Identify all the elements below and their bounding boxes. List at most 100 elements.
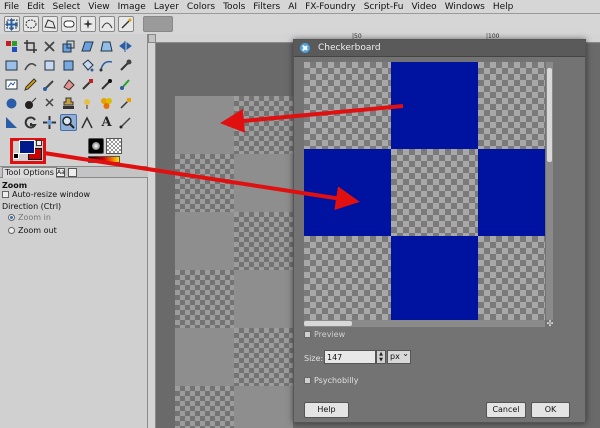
measure-tool-icon[interactable]: [3, 76, 20, 93]
vertical-ruler[interactable]: [148, 43, 156, 428]
handle-transform-icon[interactable]: [60, 57, 77, 74]
scale-tool-icon[interactable]: [60, 38, 77, 55]
menu-help[interactable]: Help: [493, 0, 514, 14]
mypaint-brush-icon[interactable]: [117, 76, 134, 93]
menu-filters[interactable]: Filters: [253, 0, 280, 14]
gradient-tool-icon[interactable]: [117, 95, 134, 112]
canvas-cell: [234, 212, 293, 270]
zoom-in-row[interactable]: Zoom in: [8, 213, 51, 222]
paths-tool-icon[interactable]: [98, 57, 115, 74]
zoom-in-radio[interactable]: [8, 214, 15, 221]
paintbrush-icon[interactable]: [41, 76, 58, 93]
auto-resize-row[interactable]: Auto-resize window: [2, 190, 90, 199]
levels-tool-icon[interactable]: [3, 114, 20, 131]
foreground-color-swatch[interactable]: [19, 140, 35, 154]
zoom-out-row[interactable]: Zoom out: [8, 226, 57, 235]
psychobilly-row[interactable]: Psychobilly: [304, 376, 358, 385]
unit-select[interactable]: px: [387, 348, 411, 364]
image-canvas[interactable]: [175, 96, 297, 428]
rounded-select-button[interactable]: [61, 16, 77, 32]
psychobilly-checkbox[interactable]: [304, 377, 311, 384]
swap-colors-icon[interactable]: [36, 140, 42, 146]
canvas-cell: [175, 386, 234, 428]
paths-select-button[interactable]: [99, 16, 115, 32]
airbrush-icon[interactable]: [79, 76, 96, 93]
magic-wand-button[interactable]: [118, 16, 134, 32]
color-picker-icon[interactable]: [117, 57, 134, 74]
stamp-tool-icon[interactable]: [60, 95, 77, 112]
crop-tool-icon[interactable]: [22, 38, 39, 55]
heal-tool-icon[interactable]: [22, 95, 39, 112]
menu-edit[interactable]: Edit: [27, 0, 44, 14]
help-button[interactable]: Help: [304, 402, 349, 418]
horizontal-scroll-thumb[interactable]: [304, 321, 352, 326]
pencil-icon[interactable]: [22, 76, 39, 93]
warp-tool-icon[interactable]: [22, 57, 39, 74]
navigate-cross-icon[interactable]: [41, 114, 58, 131]
cancel-button[interactable]: Cancel: [486, 402, 526, 418]
menu-select[interactable]: Select: [53, 0, 81, 14]
preview-vertical-scrollbar[interactable]: [546, 62, 553, 320]
default-colors-icon[interactable]: [13, 153, 19, 159]
text-tool-icon[interactable]: A: [98, 114, 115, 131]
tab-tool-options[interactable]: Tool Options: [2, 167, 57, 178]
color-balance-icon[interactable]: [98, 95, 115, 112]
flip-tool-icon[interactable]: [117, 38, 134, 55]
size-spinner[interactable]: ▲ ▼: [376, 350, 386, 364]
text-options-icon[interactable]: Aa: [56, 168, 65, 177]
menu-script-fu[interactable]: Script-Fu: [364, 0, 404, 14]
measure-angle-icon[interactable]: [79, 114, 96, 131]
perspective-tool-icon[interactable]: [98, 38, 115, 55]
menu-video[interactable]: Video: [411, 0, 436, 14]
menu-tools[interactable]: Tools: [223, 0, 245, 14]
free-select-button[interactable]: [42, 16, 58, 32]
menu-colors[interactable]: Colors: [187, 0, 215, 14]
rotate-tool-icon[interactable]: [41, 38, 58, 55]
g-mic-icon[interactable]: [22, 114, 39, 131]
auto-resize-checkbox[interactable]: [2, 191, 9, 198]
eraser-icon[interactable]: [60, 76, 77, 93]
zoom-out-radio[interactable]: [8, 227, 15, 234]
zoom-in-label: Zoom in: [18, 213, 51, 222]
vertical-scroll-thumb[interactable]: [547, 68, 552, 162]
preview-cell: [304, 62, 391, 149]
pattern-preview-icon[interactable]: [106, 138, 122, 154]
dialog-titlebar[interactable]: Checkerboard: [294, 40, 585, 57]
zoom-tool-icon[interactable]: [60, 114, 77, 131]
canvas-cell: [175, 96, 234, 154]
ruler-corner[interactable]: [148, 34, 156, 43]
close-icon[interactable]: [300, 43, 310, 53]
menu-view[interactable]: View: [88, 0, 109, 14]
size-input[interactable]: [324, 350, 376, 364]
canvas-cell: [234, 270, 293, 328]
menu-fx-foundry[interactable]: FX-Foundry: [305, 0, 356, 14]
ink-tool-icon[interactable]: [98, 76, 115, 93]
warp-transform-icon[interactable]: [117, 114, 134, 131]
menu-file[interactable]: File: [4, 0, 19, 14]
ok-button[interactable]: OK: [531, 402, 570, 418]
unified-transform-icon[interactable]: [41, 57, 58, 74]
align-tool-icon[interactable]: [3, 38, 20, 55]
smudge-tool-icon[interactable]: [41, 95, 58, 112]
gradient-preview-icon[interactable]: [88, 156, 120, 163]
device-status-icon[interactable]: [68, 168, 77, 177]
bucket-fill-icon[interactable]: [79, 57, 96, 74]
ellipse-select-button[interactable]: [23, 16, 39, 32]
dodge-burn-icon[interactable]: [79, 95, 96, 112]
fuzzy-select-button[interactable]: [80, 16, 96, 32]
move-icon[interactable]: [3, 16, 20, 33]
preview-horizontal-scrollbar[interactable]: [304, 320, 545, 327]
menu-image[interactable]: Image: [118, 0, 146, 14]
clone-tool-icon[interactable]: [3, 95, 20, 112]
menu-windows[interactable]: Windows: [445, 0, 485, 14]
preview-label: Preview: [314, 330, 346, 339]
menu-ai[interactable]: AI: [288, 0, 297, 14]
preview-checkbox[interactable]: [304, 331, 311, 338]
shear-tool-icon[interactable]: [79, 38, 96, 55]
brush-preview-icon[interactable]: [88, 138, 104, 154]
navigate-icon[interactable]: ✣: [546, 320, 554, 328]
preview-toggle-row[interactable]: Preview: [304, 330, 345, 339]
cage-tool-icon[interactable]: [3, 57, 20, 74]
menu-layer[interactable]: Layer: [154, 0, 179, 14]
preview-area[interactable]: [304, 62, 545, 320]
